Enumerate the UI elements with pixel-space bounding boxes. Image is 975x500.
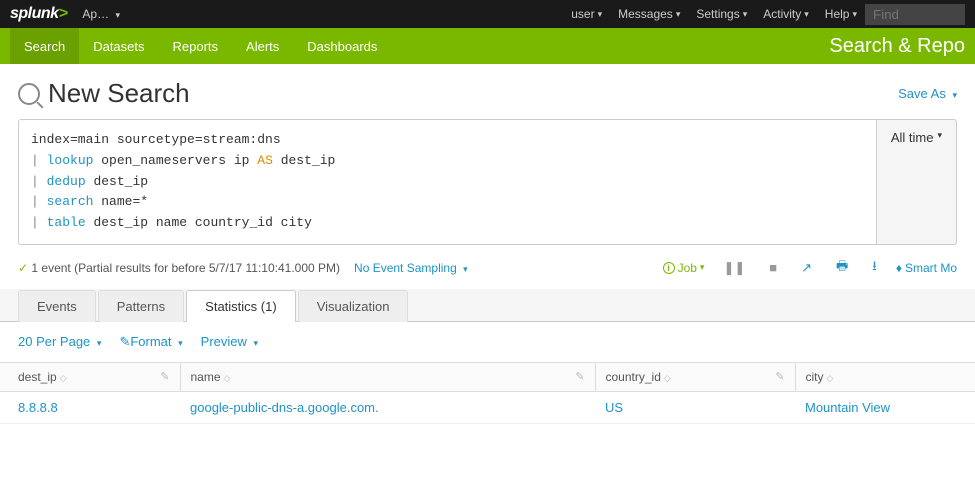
col-name[interactable]: name◇✎ bbox=[180, 362, 595, 391]
nav-search[interactable]: Search bbox=[10, 28, 79, 64]
nav-dashboards[interactable]: Dashboards bbox=[293, 28, 391, 64]
result-tabs: Events Patterns Statistics (1) Visualiza… bbox=[0, 289, 975, 322]
nav-datasets[interactable]: Datasets bbox=[79, 28, 158, 64]
tab-patterns[interactable]: Patterns bbox=[98, 290, 184, 322]
share-icon[interactable]: ↗ bbox=[796, 260, 817, 276]
save-as-button[interactable]: Save As ▾ bbox=[898, 86, 957, 101]
status-text: ✓ 1 event (Partial results for before 5/… bbox=[18, 261, 340, 275]
info-icon: i bbox=[663, 262, 675, 274]
pencil-icon[interactable]: ✎ bbox=[775, 370, 784, 383]
smart-mode[interactable]: ♦Smart Mo bbox=[896, 261, 957, 275]
sort-icon: ◇ bbox=[827, 373, 834, 383]
per-page-select[interactable]: 20 Per Page ▾ bbox=[18, 334, 101, 350]
page-title: New Search bbox=[18, 78, 190, 109]
table-controls: 20 Per Page ▾ ✎Format ▾ Preview ▾ bbox=[0, 322, 975, 362]
col-dest-ip[interactable]: dest_ip◇✎ bbox=[0, 362, 180, 391]
topbar-activity[interactable]: Activity▾ bbox=[763, 7, 809, 21]
col-city[interactable]: city◇ bbox=[795, 362, 975, 391]
time-range-picker[interactable]: All time▾ bbox=[877, 119, 957, 245]
nav-reports[interactable]: Reports bbox=[159, 28, 233, 64]
topbar-messages[interactable]: Messages▾ bbox=[618, 7, 680, 21]
app-title: Search & Repo bbox=[829, 35, 965, 58]
topbar-user[interactable]: user▾ bbox=[571, 7, 602, 21]
nav-alerts[interactable]: Alerts bbox=[232, 28, 293, 64]
logo: splunk> bbox=[10, 5, 67, 23]
search-input[interactable]: index=main sourcetype=stream:dns | looku… bbox=[18, 119, 877, 245]
job-menu[interactable]: iJob ▾ bbox=[663, 261, 705, 275]
tab-events[interactable]: Events bbox=[18, 290, 96, 322]
tab-visualization[interactable]: Visualization bbox=[298, 290, 409, 322]
pencil-icon[interactable]: ✎ bbox=[160, 370, 169, 383]
cell-country-id[interactable]: US bbox=[595, 391, 795, 423]
format-select[interactable]: ✎Format ▾ bbox=[119, 334, 182, 350]
greenbar: Search Datasets Reports Alerts Dashboard… bbox=[0, 28, 975, 64]
table-row[interactable]: 8.8.8.8 google-public-dns-a.google.com. … bbox=[0, 391, 975, 423]
col-country-id[interactable]: country_id◇✎ bbox=[595, 362, 795, 391]
app-switcher[interactable]: Ap… ▾ bbox=[82, 7, 120, 21]
stop-icon[interactable]: ■ bbox=[764, 260, 782, 275]
sort-icon: ◇ bbox=[664, 373, 671, 383]
topbar-settings[interactable]: Settings▾ bbox=[696, 7, 747, 21]
search-row: index=main sourcetype=stream:dns | looku… bbox=[0, 119, 975, 245]
preview-select[interactable]: Preview ▾ bbox=[201, 334, 258, 350]
print-icon[interactable]: 🖶 bbox=[831, 257, 853, 279]
sort-icon: ◇ bbox=[224, 373, 231, 383]
topbar: splunk> Ap… ▾ user▾ Messages▾ Settings▾ … bbox=[0, 0, 975, 28]
cell-name[interactable]: google-public-dns-a.google.com. bbox=[180, 391, 595, 423]
results-table: dest_ip◇✎ name◇✎ country_id◇✎ city◇ 8.8.… bbox=[0, 362, 975, 424]
cell-city[interactable]: Mountain View bbox=[795, 391, 975, 423]
topbar-help[interactable]: Help▾ bbox=[825, 7, 857, 21]
cell-dest-ip[interactable]: 8.8.8.8 bbox=[0, 391, 180, 423]
event-sampling[interactable]: No Event Sampling ▾ bbox=[354, 261, 468, 275]
sort-icon: ◇ bbox=[60, 373, 67, 383]
pause-icon[interactable]: ❚❚ bbox=[718, 260, 750, 276]
find-input[interactable] bbox=[865, 4, 965, 25]
export-icon[interactable]: ⭳ bbox=[867, 257, 882, 279]
bulb-icon: ♦ bbox=[896, 261, 902, 275]
status-bar: ✓ 1 event (Partial results for before 5/… bbox=[0, 245, 975, 289]
page-header: New Search Save As ▾ bbox=[0, 64, 975, 119]
check-icon: ✓ bbox=[18, 261, 28, 275]
pencil-icon[interactable]: ✎ bbox=[575, 370, 584, 383]
tab-statistics[interactable]: Statistics (1) bbox=[186, 290, 296, 322]
search-icon bbox=[18, 83, 40, 105]
table-header-row: dest_ip◇✎ name◇✎ country_id◇✎ city◇ bbox=[0, 362, 975, 391]
